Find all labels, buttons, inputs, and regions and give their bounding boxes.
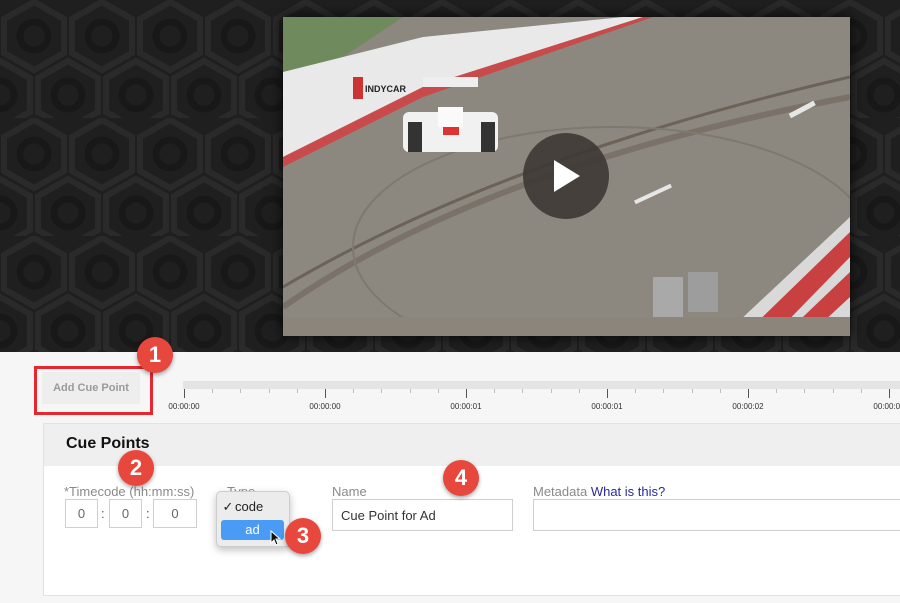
step-badge-3: 3 [285,518,321,554]
timecode-hours-input[interactable] [65,499,98,528]
timeline-major-tick [466,389,467,398]
video-player[interactable]: INDYCAR [283,17,850,336]
metadata-input[interactable] [533,499,900,531]
timeline-minor-tick [212,389,213,393]
timeline-major-tick [748,389,749,398]
timeline-ruler: 00:00:00 00:00:00 00:00:01 00:00:01 00:00:02… [0,389,900,419]
timeline-minor-tick [381,389,382,393]
timeline-minor-tick [551,389,552,393]
step-badge-4: 4 [443,460,479,496]
what-is-this-link[interactable]: What is this? [591,484,665,499]
timeline-tick-label: 00:00:01 [450,402,482,411]
timeline-minor-tick [776,389,777,393]
timeline-major-tick [607,389,608,398]
type-option-code[interactable]: ✓ code [221,497,284,517]
timeline-major-tick [325,389,326,398]
step-badge-1: 1 [137,337,173,373]
step-badge-2: 2 [118,450,154,486]
panel-header: Cue Points [44,424,900,466]
timeline-tick-label: 00:00:00 [168,402,200,411]
timeline-minor-tick [297,389,298,393]
option-label: code [235,499,264,514]
timeline-minor-tick [804,389,805,393]
timecode-separator: : [101,506,105,521]
timeline-tick-label: 00:00:01 [591,402,623,411]
timeline-minor-tick [494,389,495,393]
timeline-minor-tick [269,389,270,393]
metadata-label: Metadata What is this? [533,484,665,499]
checkmark-icon: ✓ [222,499,234,514]
timecode-label: *Timecode (hh:mm:ss) [64,484,195,499]
play-button[interactable] [523,133,609,219]
timeline-minor-tick [522,389,523,393]
name-input[interactable] [332,499,513,531]
timeline-minor-tick [663,389,664,393]
mouse-pointer-icon [270,530,282,546]
timecode-separator: : [146,506,150,521]
timeline-minor-tick [410,389,411,393]
timeline-minor-tick [833,389,834,393]
metadata-label-text: Metadata [533,484,588,499]
timeline-minor-tick [635,389,636,393]
timeline-minor-tick [692,389,693,393]
timeline-tick-label: 00:00:02 [873,402,900,411]
timecode-seconds-input[interactable] [153,499,197,528]
timeline-minor-tick [579,389,580,393]
timeline-major-tick [184,389,185,398]
svg-text:INDYCAR: INDYCAR [365,84,407,94]
name-label: Name [332,484,367,499]
timeline-minor-tick [438,389,439,393]
timecode-minutes-input[interactable] [109,499,142,528]
timeline-minor-tick [720,389,721,393]
timeline-minor-tick [353,389,354,393]
timeline-minor-tick [861,389,862,393]
timeline-major-tick [889,389,890,398]
timeline-track[interactable] [183,381,900,389]
timeline-minor-tick [240,389,241,393]
timeline-tick-label: 00:00:02 [732,402,764,411]
play-icon [554,160,580,192]
video-stage: INDYCAR [0,0,900,352]
timeline-tick-label: 00:00:00 [309,402,341,411]
